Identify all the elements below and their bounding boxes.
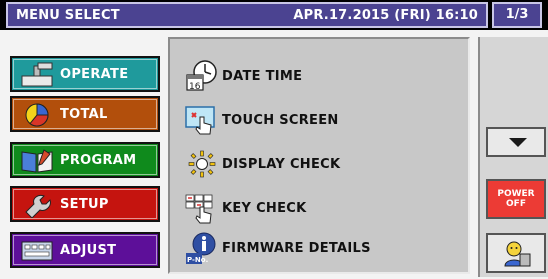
right-control-panel: POWER OFF [478, 37, 548, 277]
operator-icon [504, 241, 531, 267]
pie-chart-icon [25, 103, 49, 127]
operator-button[interactable] [486, 233, 546, 273]
chevron-down-icon [509, 138, 527, 147]
menu-item-touch-screen[interactable]: TOUCH SCREEN [184, 103, 464, 137]
menu-item-firmware-details-label: FIRMWARE DETAILS [222, 241, 371, 256]
category-program-label: PROGRAM [60, 153, 137, 168]
title-box: MENU SELECT APR.17.2015 (FRI) 16:10 [6, 2, 488, 28]
category-menu: OPERATE TOTAL PROGRAM SETUP ADJUST [6, 34, 164, 270]
title-bar: MENU SELECT APR.17.2015 (FRI) 16:10 1/3 [0, 0, 548, 30]
menu-item-date-time-label: DATE TIME [222, 69, 303, 84]
book-icon [21, 149, 53, 173]
power-off-button[interactable]: POWER OFF [486, 179, 546, 219]
scroll-down-button[interactable] [486, 127, 546, 157]
keyboard-icon [21, 241, 53, 261]
menu-item-firmware-details[interactable]: P-No. FIRMWARE DETAILS [184, 231, 464, 265]
sun-icon [188, 150, 216, 178]
category-operate-button[interactable]: OPERATE [10, 56, 160, 92]
category-operate-label: OPERATE [60, 67, 129, 82]
category-adjust-label: ADJUST [60, 243, 117, 258]
page-title: MENU SELECT [16, 8, 120, 23]
touch-icon [185, 106, 215, 135]
category-setup-label: SETUP [60, 197, 109, 212]
menu-item-date-time[interactable]: 16 DATE TIME [184, 59, 464, 93]
page-indicator: 1/3 [492, 2, 542, 28]
clock-calendar-icon: 16 [186, 60, 217, 92]
operate-icon [21, 62, 53, 87]
menu-item-display-check-label: DISPLAY CHECK [222, 157, 341, 172]
svg-text:P-No.: P-No. [187, 256, 208, 264]
category-program-button[interactable]: PROGRAM [10, 142, 160, 178]
menu-item-display-check[interactable]: DISPLAY CHECK [184, 147, 464, 181]
category-total-label: TOTAL [60, 107, 108, 122]
power-label-line1: POWER [497, 189, 535, 199]
category-total-button[interactable]: TOTAL [10, 96, 160, 132]
menu-item-key-check[interactable]: KEY CHECK [184, 191, 464, 225]
power-label-line2: OFF [506, 199, 526, 209]
key-press-icon [185, 194, 213, 224]
wrench-icon [25, 195, 51, 218]
svg-text:16: 16 [189, 82, 201, 92]
menu-select-screen: MENU SELECT APR.17.2015 (FRI) 16:10 1/3 … [0, 0, 548, 279]
menu-item-list: 16 DATE TIME TOUCH SCREEN DISPLAY CHECK … [168, 37, 470, 274]
menu-item-touch-screen-label: TOUCH SCREEN [222, 113, 339, 128]
info-icon: P-No. [186, 232, 216, 264]
menu-item-key-check-label: KEY CHECK [222, 201, 307, 216]
category-adjust-button[interactable]: ADJUST [10, 232, 160, 268]
date-time: APR.17.2015 (FRI) 16:10 [293, 8, 478, 23]
category-setup-button[interactable]: SETUP [10, 186, 160, 222]
